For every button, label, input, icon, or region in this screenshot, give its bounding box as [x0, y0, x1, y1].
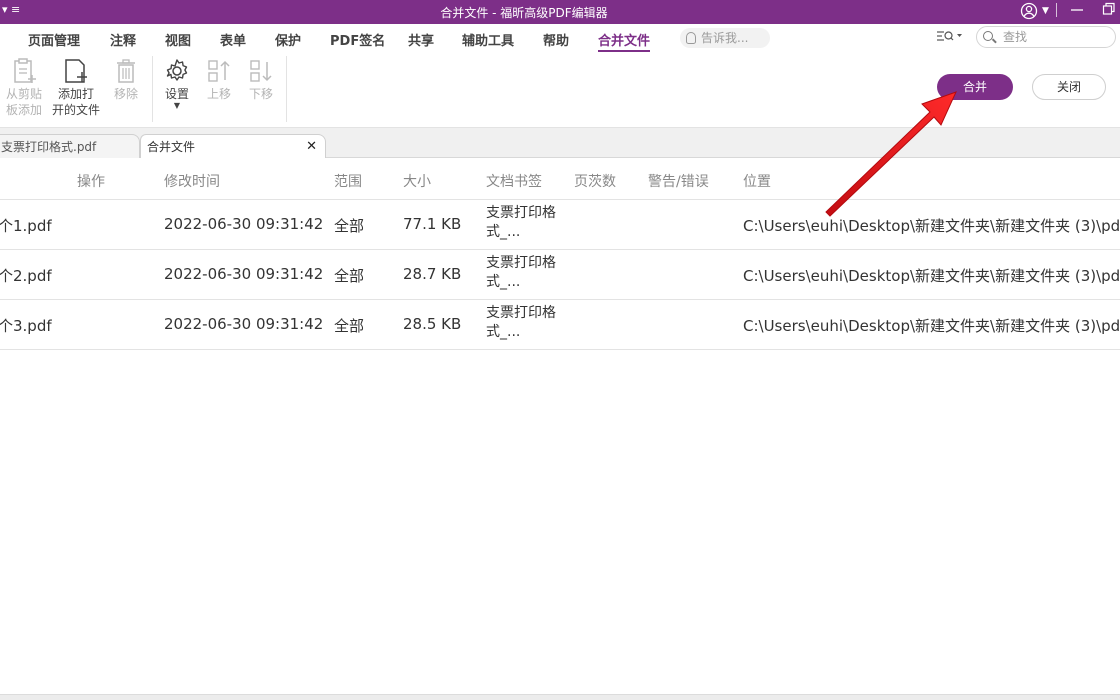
column-header-size[interactable]: 大小	[403, 171, 431, 191]
file-table: 操作 修改时间 范围 大小 文档书签 页茨数 警告/错误 位置 个1.pdf 2…	[0, 158, 1120, 350]
add-open-files-button[interactable]: 添加打 开的文件	[50, 56, 102, 118]
table-row[interactable]: 个2.pdf 2022-06-30 09:31:42 全部 28.7 KB 支票…	[0, 250, 1120, 300]
modified-time: 2022-06-30 09:31:42	[164, 315, 324, 333]
document-bookmark[interactable]: 支票打印格式_...	[486, 304, 556, 342]
account-icon[interactable]	[1020, 2, 1038, 25]
window-title: 合并文件 - 福昕高级PDF编辑器	[440, 6, 608, 20]
menu-comment[interactable]: 注释	[110, 30, 136, 49]
merge-button[interactable]: 合并	[937, 74, 1013, 100]
file-name: 个3.pdf	[0, 317, 52, 335]
settings-dropdown-icon[interactable]: ▼	[160, 102, 194, 110]
file-name: 个1.pdf	[0, 217, 52, 235]
column-header-bookmark[interactable]: 文档书签	[486, 171, 542, 191]
move-down-label: 下移	[248, 87, 273, 101]
move-down-button[interactable]: 下移	[244, 56, 278, 102]
paste-add-label: 从剪贴 板添加	[5, 87, 42, 117]
search-icon	[983, 31, 993, 41]
settings-label: 设置	[164, 87, 189, 101]
settings-button[interactable]: 设置 ▼	[160, 56, 194, 110]
column-header-location[interactable]: 位置	[743, 171, 771, 191]
tab-document[interactable]: 支票打印格式.pdf	[0, 134, 140, 158]
tab-document-label: 支票打印格式.pdf	[1, 140, 97, 154]
trash-icon	[108, 56, 144, 86]
add-file-icon	[50, 56, 102, 86]
move-down-icon	[244, 56, 278, 86]
document-tabs: 支票打印格式.pdf 合并文件 ✕	[0, 128, 1120, 158]
menu-protect[interactable]: 保护	[275, 30, 301, 49]
page-range[interactable]: 全部	[334, 315, 364, 336]
menu-form[interactable]: 表单	[220, 30, 246, 49]
table-header: 操作 修改时间 范围 大小 文档书签 页茨数 警告/错误 位置	[0, 158, 1120, 200]
document-bookmark[interactable]: 支票打印格式_...	[486, 204, 556, 242]
document-bookmark[interactable]: 支票打印格式_...	[486, 254, 556, 292]
column-header-modified[interactable]: 修改时间	[164, 171, 220, 191]
file-location: C:\Users\euhi\Desktop\新建文件夹\新建文件夹 (3)\pd…	[743, 317, 1120, 335]
column-header-warnings[interactable]: 警告/错误	[648, 171, 709, 191]
close-button[interactable]: 关闭	[1032, 74, 1106, 100]
file-size: 28.7 KB	[403, 265, 462, 283]
file-size: 77.1 KB	[403, 215, 462, 233]
search-box[interactable]	[976, 26, 1116, 48]
divider	[1056, 3, 1057, 17]
paste-add-button[interactable]: 从剪贴 板添加	[4, 56, 44, 118]
restore-icon[interactable]	[1102, 2, 1116, 21]
tell-me-placeholder: 告诉我...	[701, 31, 749, 45]
column-header-action[interactable]: 操作	[77, 171, 105, 191]
gear-icon	[160, 56, 194, 86]
title-bar: ▾ ≡ 合并文件 - 福昕高级PDF编辑器 ▼	[0, 0, 1120, 24]
move-up-icon	[202, 56, 236, 86]
menu-accessibility[interactable]: 辅助工具	[462, 30, 514, 49]
file-location: C:\Users\euhi\Desktop\新建文件夹\新建文件夹 (3)\pd…	[743, 267, 1120, 285]
modified-time: 2022-06-30 09:31:42	[164, 265, 324, 283]
search-input[interactable]	[1003, 28, 1111, 46]
ribbon-toolbar: 从剪贴 板添加 添加打 开的文件 移除 设置 ▼ 上移 下移 合并 关闭	[0, 52, 1120, 128]
menu-view[interactable]: 视图	[165, 30, 191, 49]
file-name: 个2.pdf	[0, 267, 52, 285]
menu-share[interactable]: 共享	[408, 30, 434, 49]
status-bar	[0, 694, 1120, 700]
table-row[interactable]: 个1.pdf 2022-06-30 09:31:42 全部 77.1 KB 支票…	[0, 200, 1120, 250]
menu-help[interactable]: 帮助	[543, 30, 569, 49]
close-tab-icon[interactable]: ✕	[306, 135, 317, 158]
tell-me-box[interactable]: 告诉我...	[680, 28, 770, 48]
menu-page-management[interactable]: 页面管理	[28, 30, 80, 49]
add-open-files-label: 添加打 开的文件	[51, 87, 100, 117]
lightbulb-icon	[686, 32, 696, 44]
column-header-range[interactable]: 范围	[334, 171, 362, 191]
view-mode-icon[interactable]	[936, 29, 962, 46]
column-header-pages[interactable]: 页茨数	[574, 171, 616, 191]
menu-pdf-sign[interactable]: PDF签名	[330, 30, 385, 49]
clipboard-icon	[4, 56, 44, 86]
page-range[interactable]: 全部	[334, 215, 364, 236]
minimize-icon[interactable]	[1070, 2, 1084, 21]
file-size: 28.5 KB	[403, 315, 462, 333]
modified-time: 2022-06-30 09:31:42	[164, 215, 324, 233]
tab-merge-files[interactable]: 合并文件 ✕	[140, 134, 326, 158]
remove-button[interactable]: 移除	[108, 56, 144, 102]
tab-merge-files-label: 合并文件	[147, 140, 196, 154]
ribbon-divider	[286, 56, 287, 122]
ribbon-divider	[152, 56, 153, 122]
move-up-label: 上移	[206, 87, 231, 101]
remove-label: 移除	[113, 87, 138, 101]
account-dropdown-icon[interactable]: ▼	[1042, 2, 1049, 20]
file-location: C:\Users\euhi\Desktop\新建文件夹\新建文件夹 (3)\pd…	[743, 217, 1120, 235]
menu-merge-files[interactable]: 合并文件	[598, 30, 651, 52]
page-range[interactable]: 全部	[334, 265, 364, 286]
table-row[interactable]: 个3.pdf 2022-06-30 09:31:42 全部 28.5 KB 支票…	[0, 300, 1120, 350]
move-up-button[interactable]: 上移	[202, 56, 236, 102]
